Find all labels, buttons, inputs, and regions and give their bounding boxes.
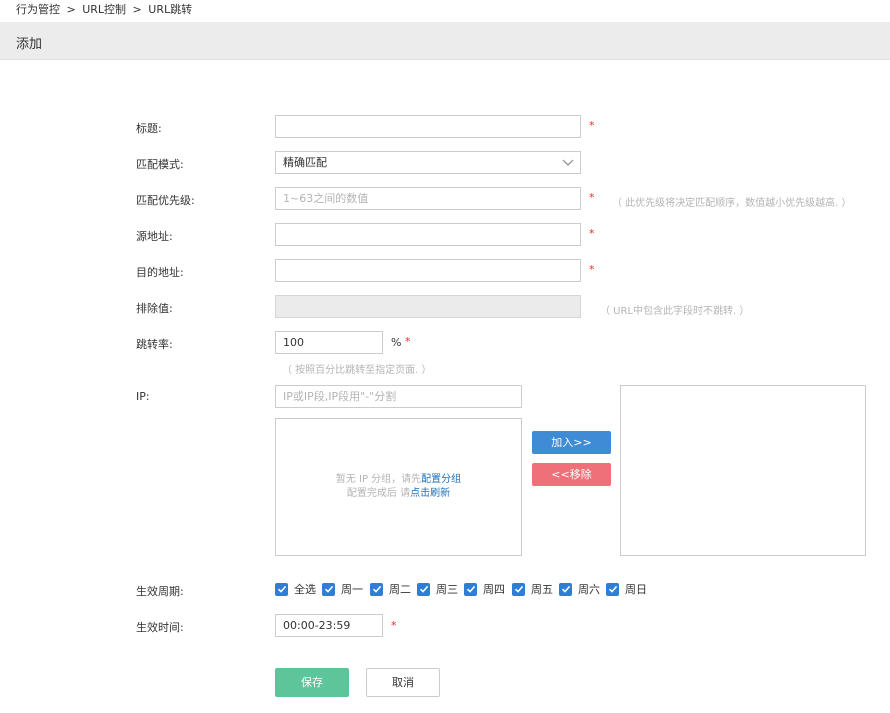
configure-group-link[interactable]: 配置分组 [421, 474, 461, 485]
checkbox-sun[interactable] [606, 582, 619, 596]
page-title: 添加 [16, 37, 43, 52]
period-option-label: 全选 [294, 583, 316, 596]
empty-message-text: 暂无 IP 分组，请先 [335, 474, 422, 485]
time-input[interactable]: 00:00-23:59 [275, 614, 383, 637]
page-header: 添加 [0, 22, 890, 60]
check-icon [466, 585, 475, 593]
checkbox-select-all[interactable] [275, 582, 288, 596]
redirect-rate-required-mark: * [405, 335, 411, 348]
empty-message-text: 配置完成后 请 [346, 488, 411, 499]
period-option-thu[interactable]: 周四 [464, 581, 505, 597]
priority-required-mark: * [589, 191, 595, 204]
period-option-select-all[interactable]: 全选 [275, 581, 316, 597]
chevron-down-icon [562, 159, 574, 166]
match-mode-select[interactable]: 精确匹配 [275, 151, 581, 174]
period-option-mon[interactable]: 周一 [322, 581, 363, 597]
check-icon [324, 585, 333, 593]
period-option-label: 周六 [578, 583, 600, 596]
destination-input[interactable] [275, 259, 581, 282]
destination-required-mark: * [589, 263, 595, 276]
exclude-input [275, 295, 581, 318]
period-option-fri[interactable]: 周五 [512, 581, 553, 597]
save-button[interactable]: 保存 [275, 668, 349, 697]
checkbox-tue[interactable] [370, 582, 383, 596]
destination-label: 目的地址: [136, 266, 184, 279]
exclude-hint: （ URL中包含此字段时不跳转. ） [600, 306, 750, 317]
title-required-mark: * [589, 119, 595, 132]
refresh-link[interactable]: 点击刷新 [410, 488, 450, 499]
checkbox-wed[interactable] [417, 582, 430, 596]
period-option-sat[interactable]: 周六 [559, 581, 600, 597]
exclude-label: 排除值: [136, 302, 173, 315]
breadcrumb-url-control[interactable]: URL控制 [82, 3, 126, 16]
redirect-rate-unit: % [391, 336, 402, 349]
redirect-rate-label: 跳转率: [136, 338, 173, 351]
period-option-label: 周四 [483, 583, 505, 596]
ip-input[interactable]: IP或IP段,IP段用"-"分割 [275, 385, 522, 408]
check-icon [419, 585, 428, 593]
period-option-wed[interactable]: 周三 [417, 581, 458, 597]
check-icon [372, 585, 381, 593]
match-mode-label: 匹配模式: [136, 158, 184, 171]
remove-ip-button[interactable]: <<移除 [532, 463, 611, 486]
ip-label: IP: [136, 390, 150, 403]
period-option-label: 周二 [389, 583, 411, 596]
title-label: 标题: [136, 122, 162, 135]
priority-label: 匹配优先级: [136, 194, 195, 207]
cancel-button[interactable]: 取消 [366, 668, 440, 697]
period-option-tue[interactable]: 周二 [370, 581, 411, 597]
breadcrumb-separator: > [132, 3, 142, 16]
check-icon [561, 585, 570, 593]
checkbox-thu[interactable] [464, 582, 477, 596]
redirect-rate-hint: （ 按照百分比跳转至指定页面. ） [282, 365, 432, 376]
priority-input[interactable]: 1~63之间的数值 [275, 187, 581, 210]
add-ip-button[interactable]: 加入>> [532, 431, 611, 454]
period-option-label: 周日 [625, 583, 647, 596]
source-required-mark: * [589, 227, 595, 240]
checkbox-fri[interactable] [512, 582, 525, 596]
selected-ip-list[interactable] [620, 385, 866, 556]
period-option-label: 周五 [531, 583, 553, 596]
source-label: 源地址: [136, 230, 173, 243]
time-label: 生效时间: [136, 621, 184, 634]
period-option-label: 周三 [436, 583, 458, 596]
check-icon [608, 585, 617, 593]
period-label: 生效周期: [136, 585, 184, 598]
breadcrumb-separator: > [66, 3, 76, 16]
period-option-label: 周一 [341, 583, 363, 596]
ip-group-list[interactable]: 暂无 IP 分组，请先配置分组 配置完成后 请点击刷新 [275, 418, 522, 556]
priority-hint: （ 此优先级将决定匹配顺序，数值越小优先级越高. ） [612, 198, 852, 209]
breadcrumb-url-redirect: URL跳转 [148, 3, 193, 16]
ip-group-empty-message: 暂无 IP 分组，请先配置分组 配置完成后 请点击刷新 [276, 473, 521, 501]
source-input[interactable] [275, 223, 581, 246]
redirect-rate-input[interactable]: 100 [275, 331, 383, 354]
check-icon [514, 585, 523, 593]
time-required-mark: * [391, 619, 397, 632]
checkbox-sat[interactable] [559, 582, 572, 596]
match-mode-value: 精确匹配 [283, 156, 327, 169]
check-icon [277, 585, 286, 593]
period-option-sun[interactable]: 周日 [606, 581, 647, 597]
title-input[interactable] [275, 115, 581, 138]
breadcrumb: 行为管控 > URL控制 > URL跳转 [16, 2, 195, 20]
breadcrumb-behavior-control[interactable]: 行为管控 [16, 3, 60, 16]
checkbox-mon[interactable] [322, 582, 335, 596]
